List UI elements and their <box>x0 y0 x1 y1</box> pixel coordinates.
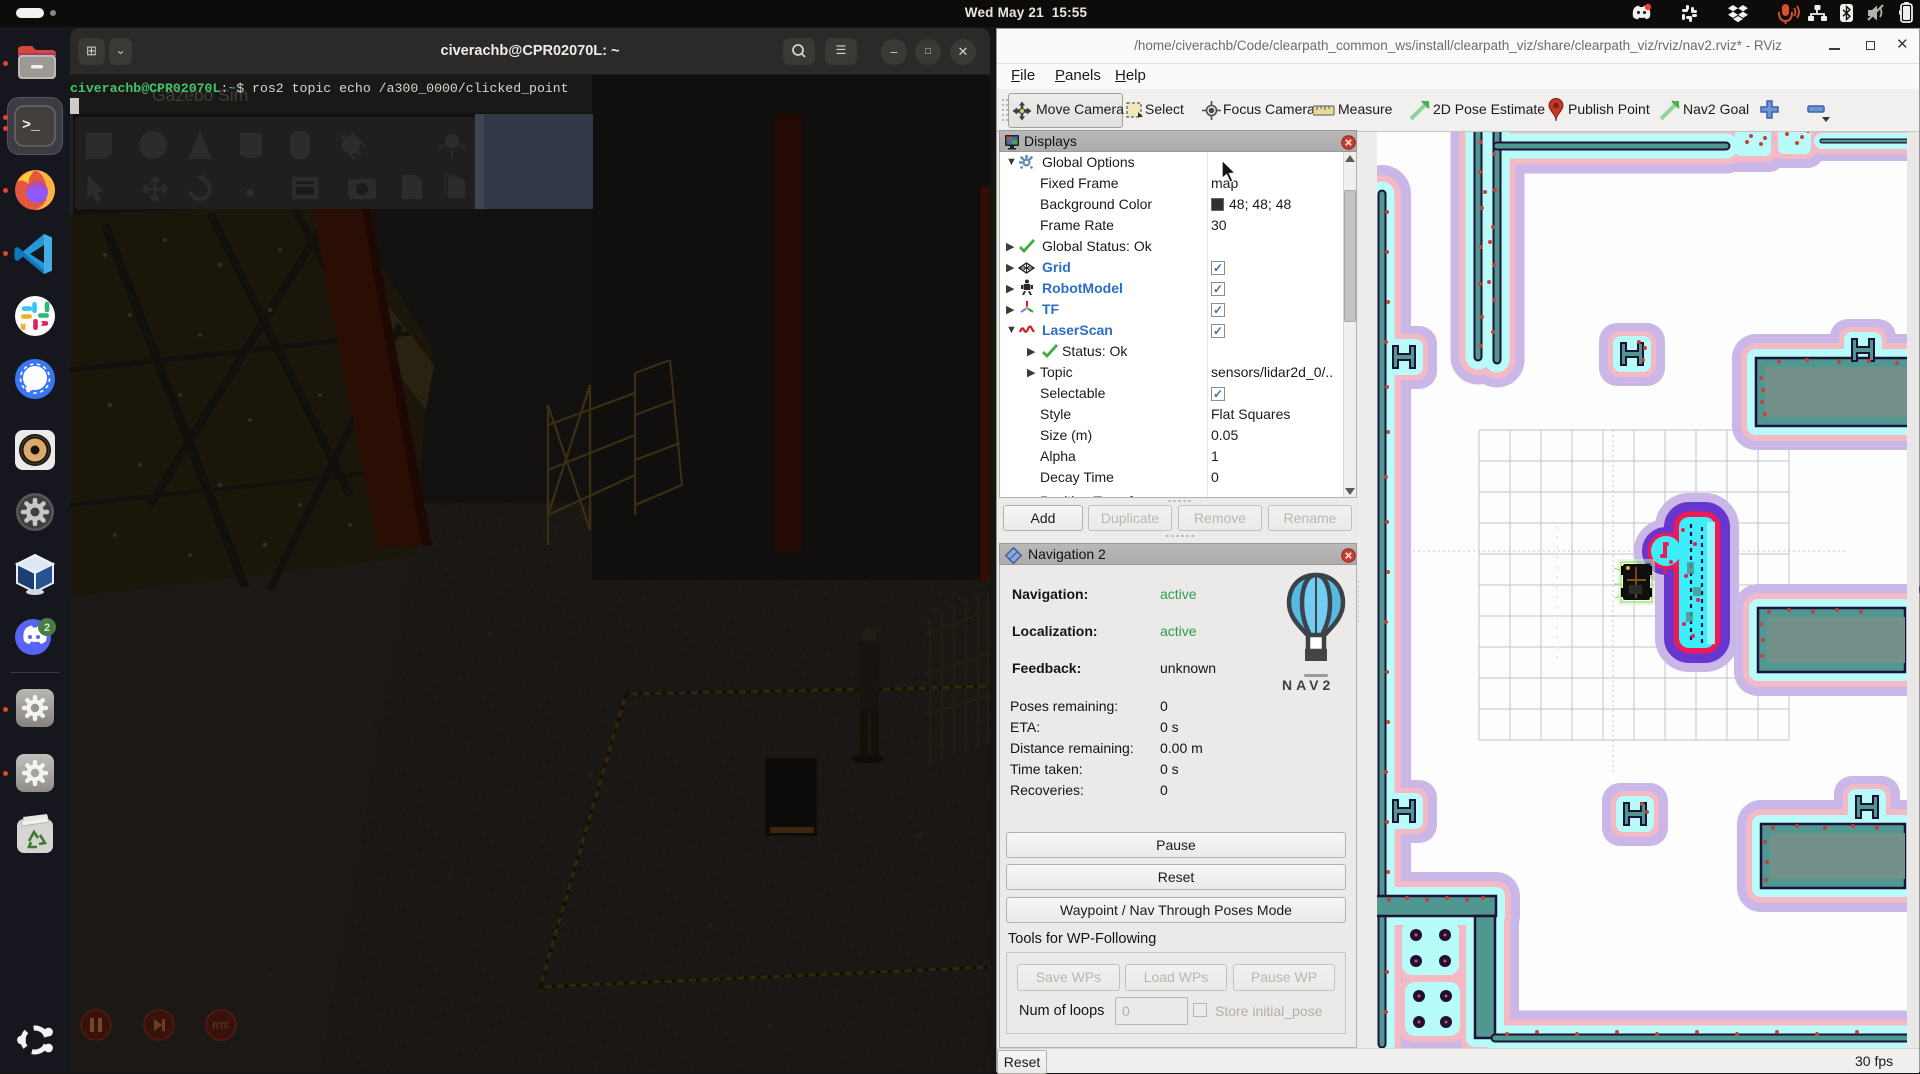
svg-text:RTF: RTF <box>212 1021 230 1031</box>
svg-text:2: 2 <box>44 622 50 634</box>
svg-text:>_: >_ <box>22 117 41 134</box>
